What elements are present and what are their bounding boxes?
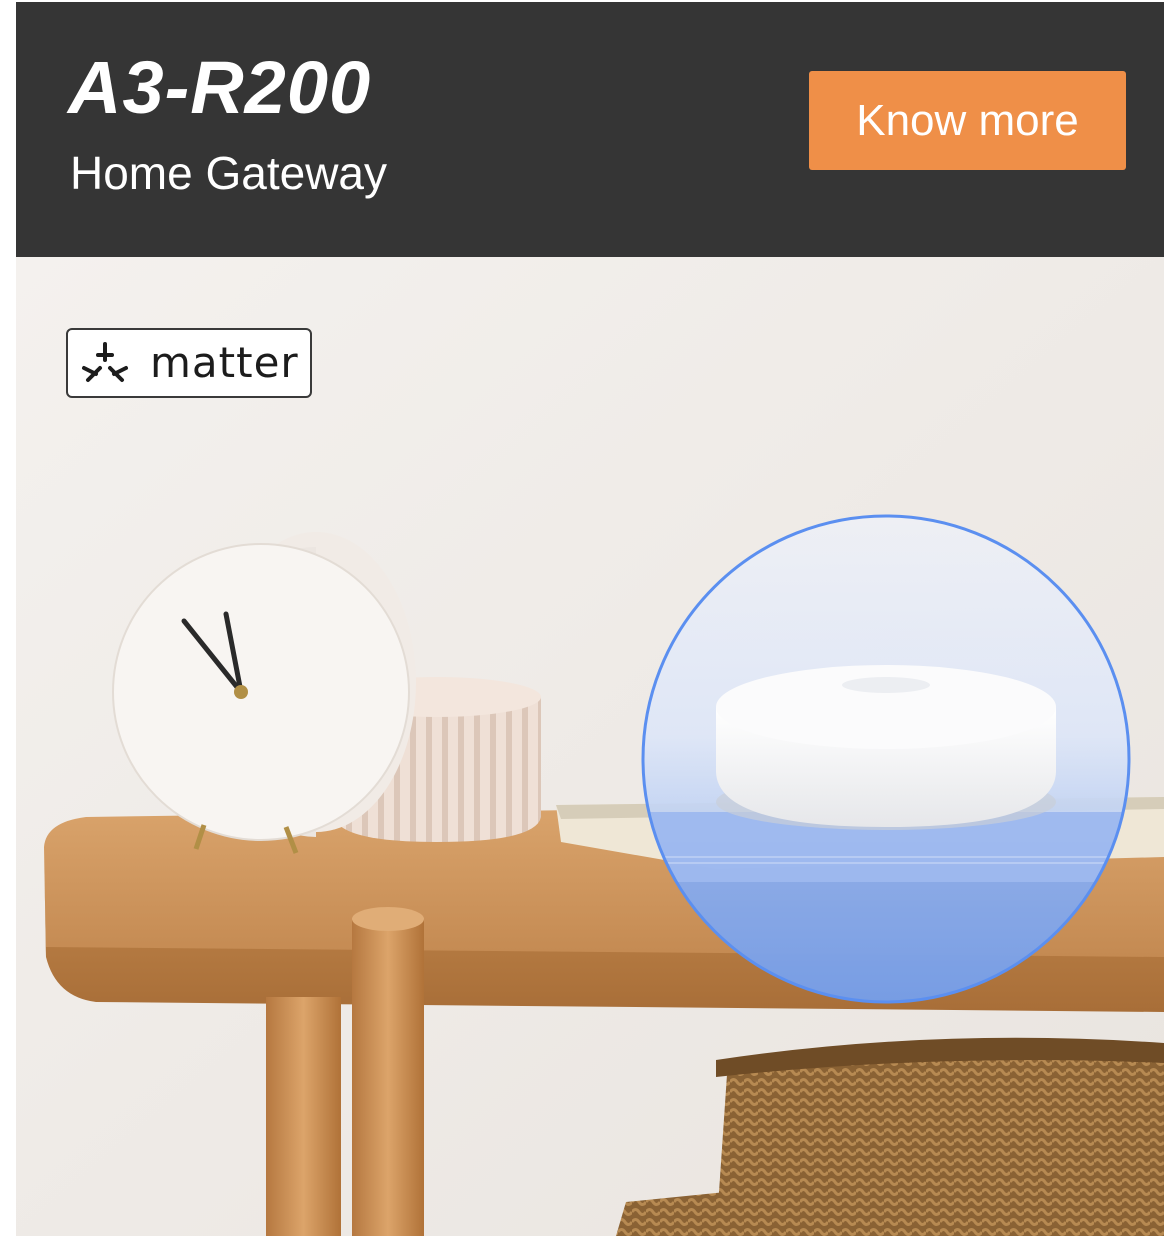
scene-illustration [16,257,1164,1236]
matter-logo-icon [80,340,130,386]
product-type-subtitle: Home Gateway [70,147,388,199]
product-scene-image: matter [16,257,1164,1236]
matter-badge-label: matter [150,338,299,387]
product-banner: A3-R200 Home Gateway Know more matter [16,2,1164,1236]
know-more-button[interactable]: Know more [809,71,1126,170]
banner-header: A3-R200 Home Gateway Know more [16,2,1164,257]
product-model-title: A3-R200 [68,46,372,129]
matter-badge: matter [66,328,312,398]
gateway-device [716,665,1056,830]
